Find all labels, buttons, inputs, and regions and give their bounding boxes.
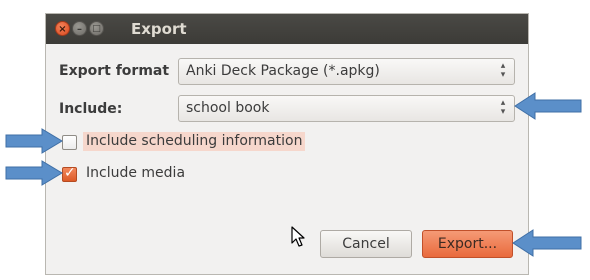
- close-window-icon[interactable]: ×: [55, 21, 70, 36]
- include-select[interactable]: school book ▴ ▾: [178, 95, 515, 122]
- title-bar: × – □ Export: [46, 14, 528, 44]
- export-button[interactable]: Export...: [422, 230, 513, 258]
- annotation-arrow-export: [512, 229, 582, 257]
- scheduling-checkbox[interactable]: [62, 135, 77, 150]
- scheduling-label[interactable]: Include scheduling information: [83, 132, 306, 151]
- media-checkbox[interactable]: ✓: [62, 165, 77, 182]
- annotation-arrow-media: [5, 160, 63, 186]
- annotation-arrow-scheduling: [5, 128, 63, 154]
- export-format-label: Export format: [59, 63, 170, 79]
- combo-arrows-icon: ▴ ▾: [500, 61, 506, 80]
- export-dialog: × – □ Export Export format Anki Deck Pac…: [45, 13, 529, 275]
- cancel-button[interactable]: Cancel: [320, 230, 412, 258]
- media-label[interactable]: Include media: [86, 165, 185, 181]
- annotation-arrow-include: [514, 92, 582, 120]
- export-format-value: Anki Deck Package (*.apkg): [186, 63, 380, 79]
- mouse-cursor-icon: [291, 226, 305, 247]
- window-title: Export: [131, 20, 187, 38]
- include-value: school book: [186, 100, 270, 116]
- include-label: Include:: [59, 101, 123, 117]
- export-format-select[interactable]: Anki Deck Package (*.apkg) ▴ ▾: [178, 58, 515, 85]
- minimize-window-icon[interactable]: –: [72, 21, 87, 36]
- combo-arrows-icon: ▴ ▾: [500, 98, 506, 117]
- maximize-window-icon[interactable]: □: [89, 21, 104, 36]
- check-icon: ✓: [64, 165, 76, 181]
